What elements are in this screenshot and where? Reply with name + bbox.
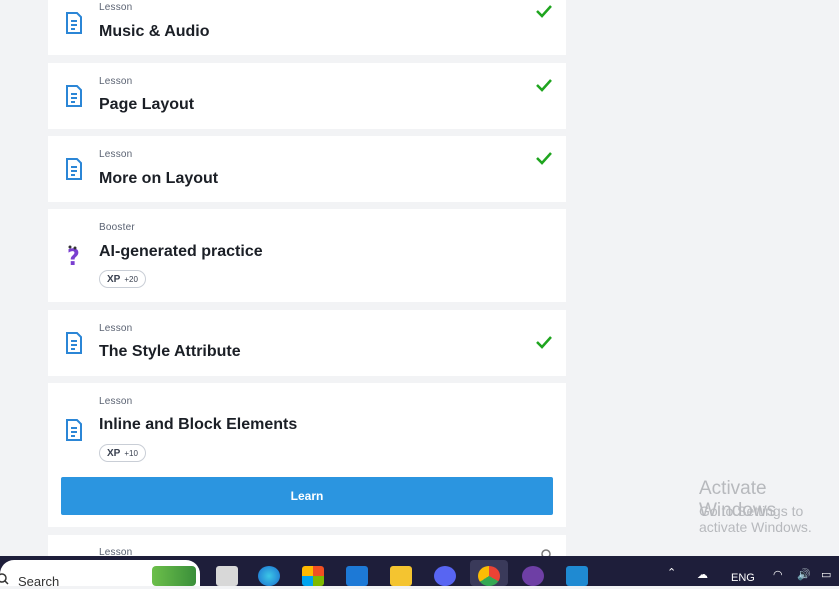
lesson-document-icon [66, 85, 82, 107]
language-indicator[interactable]: ENG [731, 572, 755, 584]
card-type-label: Booster [99, 222, 135, 233]
xp-label: XP [107, 273, 121, 285]
lesson-card[interactable]: Lesson Music & Audio [48, 0, 566, 55]
card-title: Inline and Block Elements [99, 416, 298, 433]
card-title: Music & Audio [99, 23, 210, 40]
task-view-icon[interactable] [216, 566, 238, 586]
xp-amount: +20 [124, 274, 138, 284]
volume-icon[interactable]: 🔊 [797, 568, 811, 581]
battery-icon[interactable]: ▭ [821, 568, 831, 581]
completed-check-icon [536, 152, 552, 165]
edge-icon[interactable] [258, 566, 280, 586]
lesson-card-active[interactable]: Lesson Inline and Block Elements XP +10 … [48, 383, 566, 527]
lesson-document-icon [66, 158, 82, 180]
store-icon[interactable] [302, 566, 324, 586]
card-type-label: Lesson [99, 396, 133, 407]
xp-badge: XP +10 [99, 444, 146, 462]
xp-label: XP [107, 447, 121, 459]
lesson-document-icon [66, 332, 82, 354]
lesson-document-icon [66, 419, 82, 441]
show-hidden-icons-icon[interactable]: ⌃ [667, 566, 676, 579]
chrome-icon[interactable] [478, 566, 500, 586]
file-explorer-icon[interactable] [390, 566, 412, 586]
lesson-card[interactable]: Lesson The Style Attribute [48, 310, 566, 376]
question-mark-icon: ? [67, 245, 80, 267]
activate-windows-subtitle: Go to Settings to activate Windows. [699, 503, 812, 535]
lesson-card[interactable]: Lesson More on Layout [48, 136, 566, 202]
lesson-document-icon [66, 12, 82, 34]
card-type-label: Lesson [99, 76, 133, 87]
xp-amount: +10 [124, 448, 138, 458]
search-label: Search [18, 574, 60, 589]
mail-icon[interactable] [346, 566, 368, 586]
card-title: More on Layout [99, 170, 219, 187]
search-icon [0, 573, 9, 585]
github-icon[interactable] [522, 566, 544, 586]
svg-text:?: ? [67, 246, 80, 267]
booster-card[interactable]: ? Booster AI-generated practice XP +20 [48, 209, 566, 302]
search-highlight-icon [152, 566, 196, 586]
learn-button[interactable]: Learn [61, 477, 553, 515]
onedrive-icon[interactable]: ☁ [697, 568, 708, 581]
card-type-label: Lesson [99, 149, 133, 160]
completed-check-icon [536, 79, 552, 92]
xp-badge: XP +20 [99, 270, 146, 288]
taskbar-search-box[interactable]: Search [0, 560, 200, 589]
taskbar: Search ⌃ ☁ ENG ◠ 🔊 ▭ [0, 556, 839, 589]
lesson-card[interactable]: Lesson Page Layout [48, 63, 566, 129]
completed-check-icon [536, 5, 552, 18]
wifi-icon[interactable]: ◠ [773, 568, 783, 581]
card-title: The Style Attribute [99, 343, 241, 360]
discord-icon[interactable] [434, 566, 456, 586]
card-type-label: Lesson [99, 323, 133, 334]
card-title: AI-generated practice [99, 243, 263, 260]
completed-check-icon [536, 336, 552, 349]
vscode-icon[interactable] [566, 566, 588, 586]
card-title: Page Layout [99, 96, 195, 113]
card-type-label: Lesson [99, 2, 133, 13]
